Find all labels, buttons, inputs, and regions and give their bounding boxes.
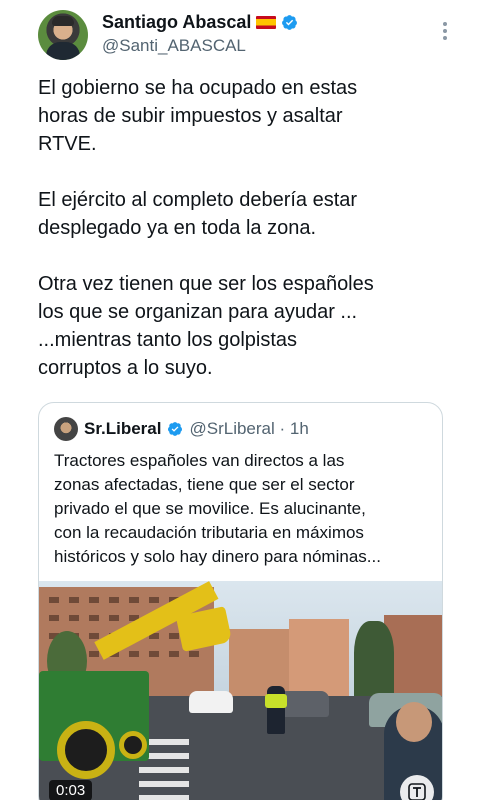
quoted-tweet[interactable]: Sr.Liberal @SrLiberal · 1h Tractores esp… bbox=[38, 402, 443, 800]
tractor-wheel bbox=[57, 721, 115, 779]
quoted-tweet-text: Tractores españoles van directos a las z… bbox=[54, 451, 381, 566]
quoted-tweet-header: Sr.Liberal @SrLiberal · 1h bbox=[54, 417, 309, 441]
author-display-name[interactable]: Santiago Abascal bbox=[102, 12, 251, 33]
video-duration-badge: 0:03 bbox=[49, 780, 93, 800]
verified-badge-icon bbox=[282, 15, 298, 30]
video-player[interactable]: 0:03 bbox=[39, 581, 442, 800]
tweet-text: El gobierno se ha ocupado en estas horas… bbox=[38, 77, 374, 379]
quoted-author-name[interactable]: Sr.Liberal bbox=[84, 419, 161, 439]
verified-badge-icon bbox=[168, 422, 183, 436]
author-handle[interactable]: @Santi_ABASCAL bbox=[102, 36, 246, 56]
building bbox=[289, 619, 349, 699]
spain-flag-icon bbox=[256, 16, 277, 29]
tractor-wheel bbox=[119, 731, 147, 759]
author-avatar[interactable] bbox=[38, 10, 88, 60]
author-name-row[interactable]: Santiago Abascal bbox=[102, 12, 298, 33]
translate-glyph bbox=[408, 783, 426, 800]
tweet-header: Santiago Abascal @Santi_ABASCAL bbox=[38, 10, 458, 62]
tree bbox=[354, 621, 394, 701]
quoted-author-avatar[interactable] bbox=[54, 417, 78, 441]
quoted-author-meta[interactable]: @SrLiberal · 1h bbox=[189, 419, 308, 439]
police-officer bbox=[265, 686, 287, 734]
more-vertical-icon[interactable] bbox=[442, 22, 448, 42]
car bbox=[189, 691, 233, 713]
